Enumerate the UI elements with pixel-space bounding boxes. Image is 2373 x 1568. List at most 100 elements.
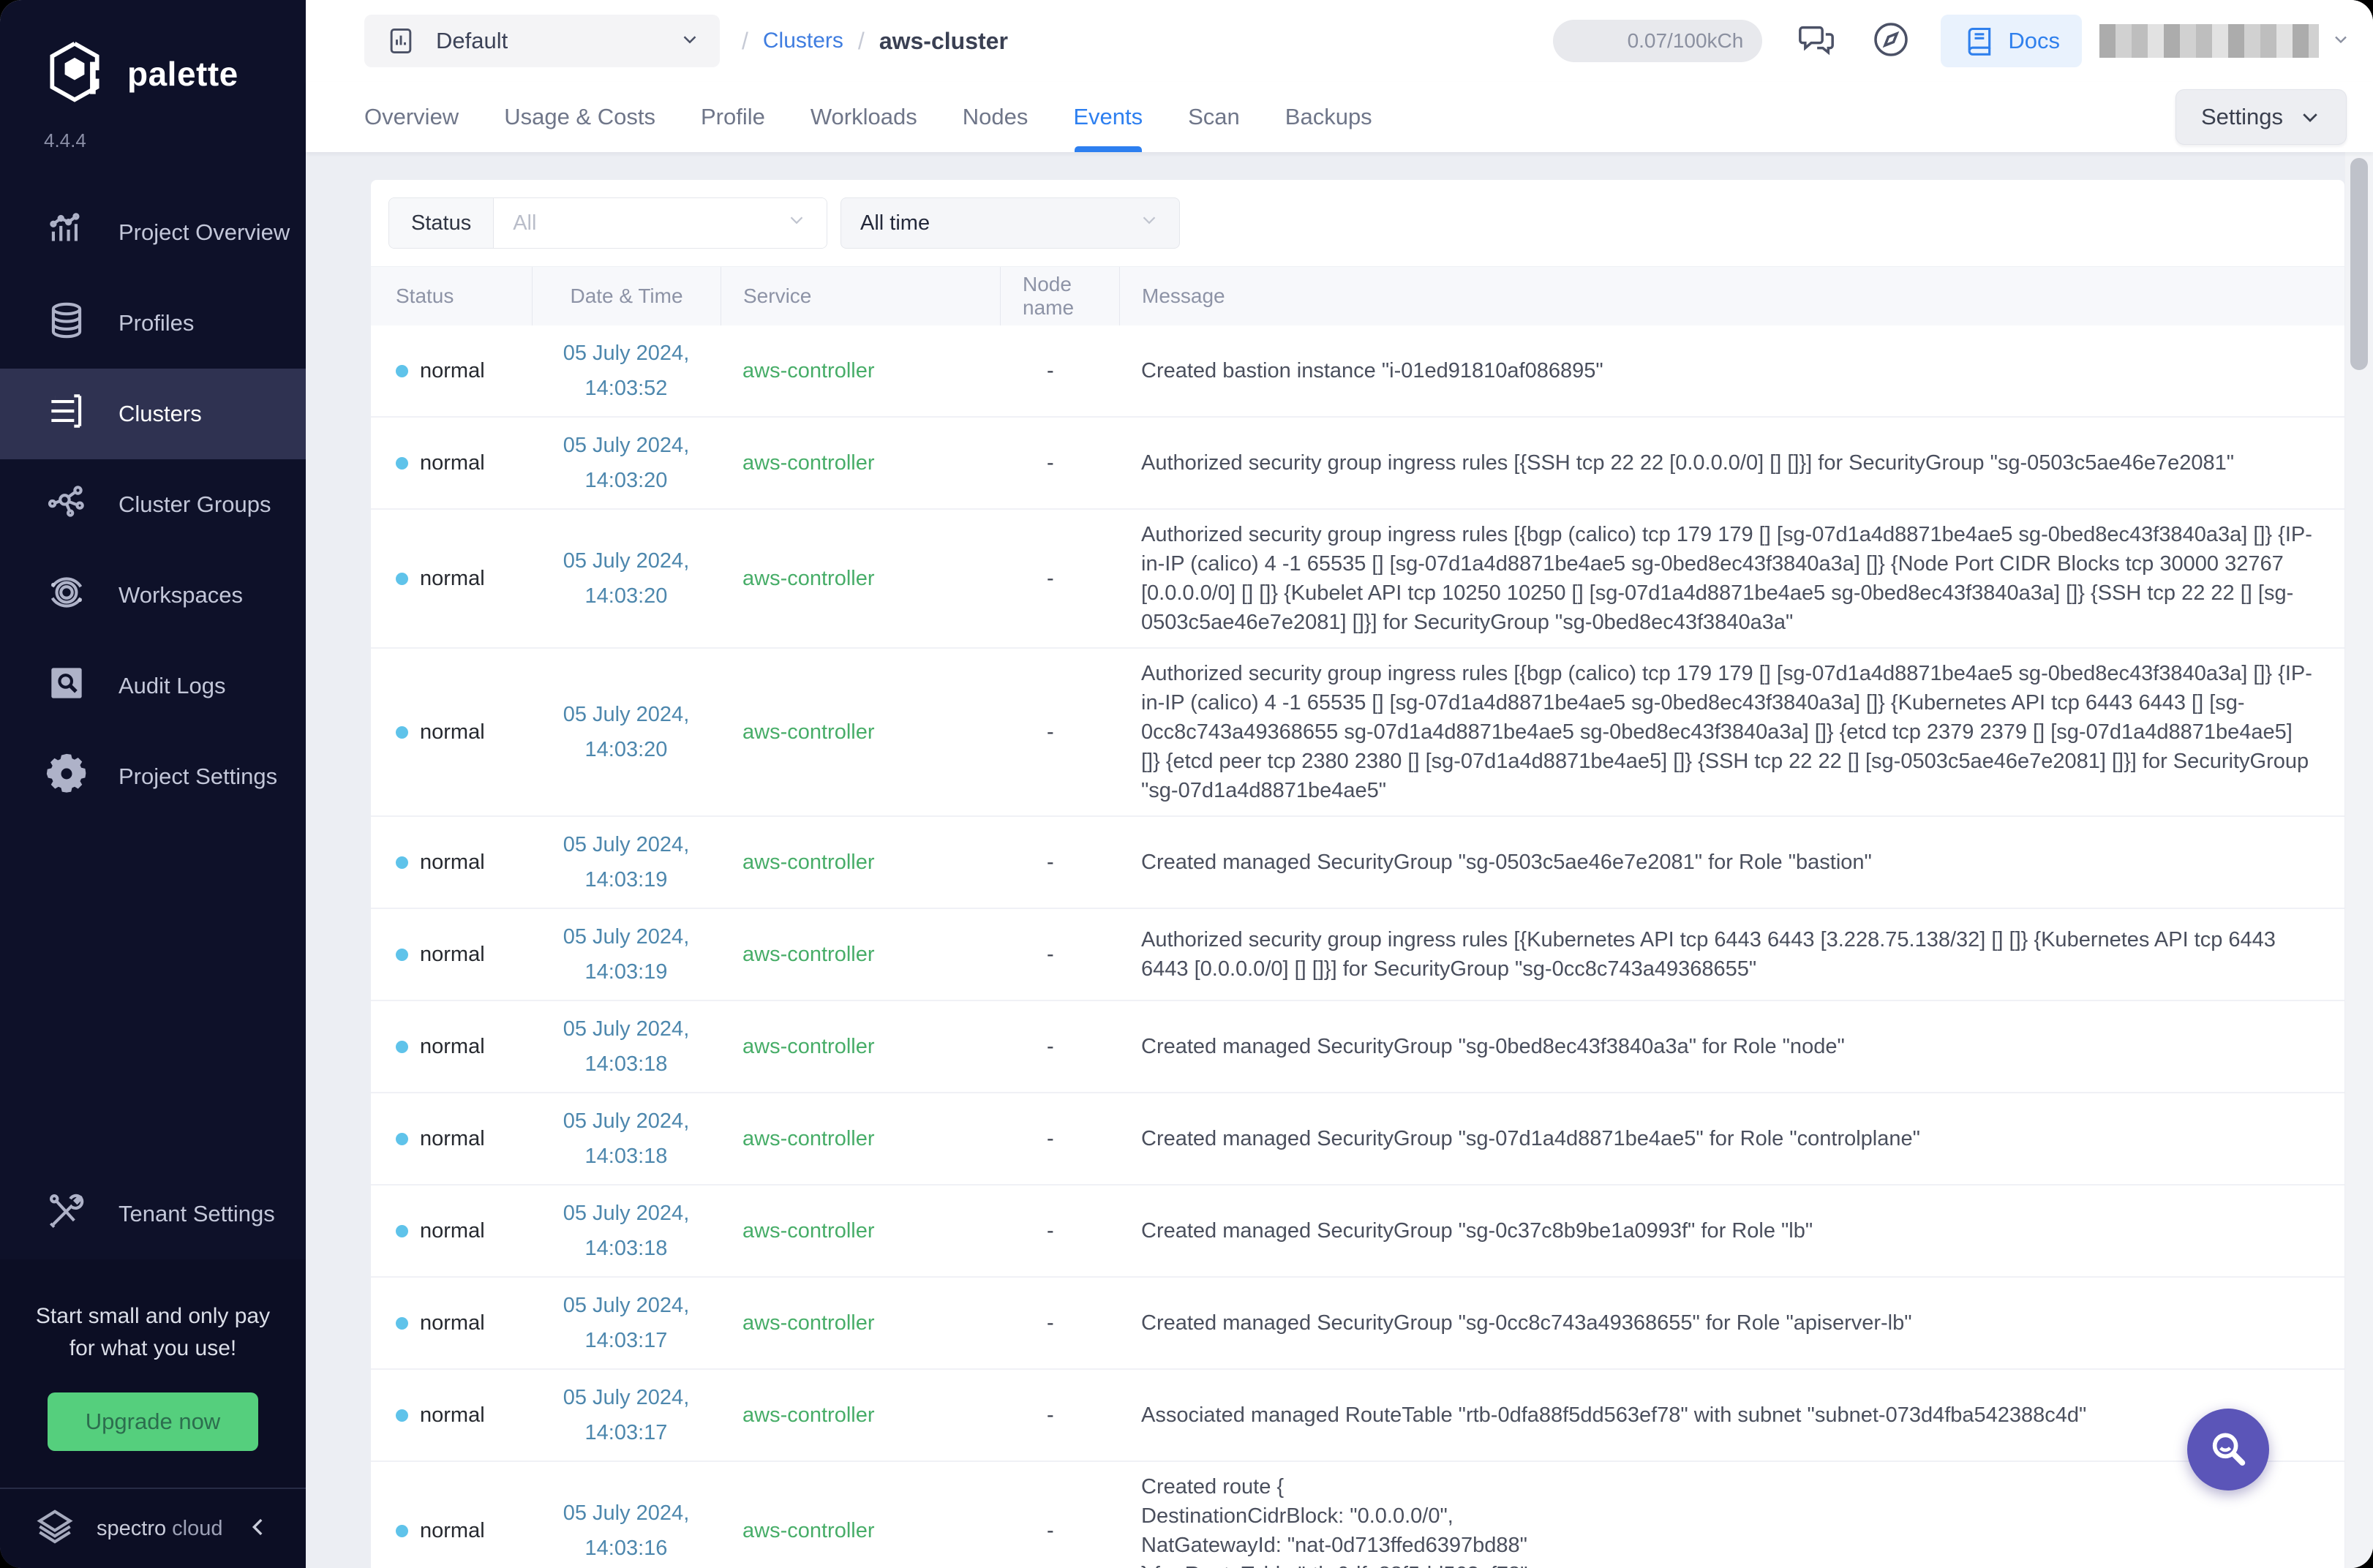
sidebar-item-project-settings[interactable]: Project Settings	[0, 731, 306, 822]
event-time: 14:03:19	[532, 862, 721, 897]
event-date: 05 July 2024,	[532, 1011, 721, 1047]
event-row: normal 05 July 2024, 14:03:19 aws-contro…	[371, 815, 2344, 908]
app-version: 4.4.4	[44, 129, 306, 152]
status-text: normal	[420, 451, 485, 475]
sidebar-item-audit-logs[interactable]: Audit Logs	[0, 641, 306, 731]
tab-usage-costs[interactable]: Usage & Costs	[504, 82, 655, 152]
sidebar-item-clusters[interactable]: Clusters	[0, 369, 306, 459]
event-status-cell: normal	[371, 943, 532, 967]
event-row: normal 05 July 2024, 14:03:18 aws-contro…	[371, 1000, 2344, 1092]
event-status-cell: normal	[371, 1311, 532, 1335]
status-text: normal	[420, 1127, 485, 1151]
brand-name: palette	[127, 54, 238, 94]
promo-text: Start small and only pay for what you us…	[29, 1300, 277, 1365]
event-node-cell: -	[1000, 720, 1119, 745]
event-node-cell: -	[1000, 1035, 1119, 1059]
project-select[interactable]: Default	[364, 15, 720, 67]
status-dot-icon	[396, 1317, 408, 1330]
event-datetime-cell: 05 July 2024, 14:03:18	[532, 1011, 721, 1082]
event-service-cell: aws-controller	[721, 720, 1000, 745]
filterbar: Status All All time	[371, 180, 2344, 267]
feedback-chat-icon[interactable]	[1796, 19, 1837, 64]
status-filter-value: All	[513, 211, 536, 235]
event-row: normal 05 July 2024, 14:03:19 aws-contro…	[371, 908, 2344, 1000]
event-status-cell: normal	[371, 567, 532, 591]
event-row: normal 05 July 2024, 14:03:20 aws-contro…	[371, 508, 2344, 647]
sidebar-item-workspaces[interactable]: Workspaces	[0, 550, 306, 641]
event-time: 14:03:52	[532, 371, 721, 406]
status-filter-select[interactable]: All	[494, 198, 827, 248]
cluster-tabbar: Overview Usage & Costs Profile Workloads…	[306, 82, 2373, 152]
event-datetime-cell: 05 July 2024, 14:03:16	[532, 1496, 721, 1566]
event-date: 05 July 2024,	[532, 1288, 721, 1323]
event-node-cell: -	[1000, 851, 1119, 875]
event-status-cell: normal	[371, 451, 532, 475]
server-icon	[44, 388, 89, 440]
column-header-date-time: Date & Time	[532, 267, 721, 325]
sidebar-item-project-overview[interactable]: Project Overview	[0, 187, 306, 278]
event-service-cell: aws-controller	[721, 1219, 1000, 1243]
events-card: Status All All time	[371, 180, 2344, 1568]
event-date: 05 July 2024,	[532, 697, 721, 732]
audit-log-icon	[44, 660, 89, 712]
event-datetime-cell: 05 July 2024, 14:03:20	[532, 697, 721, 767]
collapse-sidebar-icon[interactable]	[246, 1515, 271, 1543]
sidebar-footer: spectro cloud	[0, 1488, 306, 1568]
help-search-button[interactable]	[2187, 1409, 2269, 1490]
sidebar: palette 4.4.4 Project Overview Profiles	[0, 0, 306, 1568]
tab-workloads[interactable]: Workloads	[811, 82, 917, 152]
compass-icon[interactable]	[1870, 19, 1911, 64]
event-status-cell: normal	[371, 1403, 532, 1428]
settings-button[interactable]: Settings	[2175, 89, 2347, 145]
scrollbar-thumb[interactable]	[2350, 158, 2368, 370]
event-datetime-cell: 05 July 2024, 14:03:17	[532, 1288, 721, 1358]
upgrade-promo: Start small and only pay for what you us…	[0, 1259, 306, 1488]
event-message-cell: Created managed SecurityGroup "sg-0cc8c7…	[1119, 1308, 2344, 1338]
tab-events[interactable]: Events	[1073, 82, 1143, 152]
events-table-header: Status Date & Time Service Node name Mes…	[371, 267, 2344, 325]
upgrade-now-button[interactable]: Upgrade now	[48, 1392, 258, 1451]
event-datetime-cell: 05 July 2024, 14:03:19	[532, 919, 721, 990]
event-node-cell: -	[1000, 1519, 1119, 1543]
sidebar-item-label: Workspaces	[119, 582, 243, 608]
event-row: normal 05 July 2024, 14:03:20 aws-contro…	[371, 416, 2344, 508]
usage-value: 0.07/100kCh	[1628, 29, 1744, 53]
status-dot-icon	[396, 1525, 408, 1537]
status-text: normal	[420, 1311, 485, 1335]
event-node-cell: -	[1000, 1127, 1119, 1151]
vertical-scrollbar[interactable]	[2345, 152, 2373, 1568]
project-scope-icon	[385, 25, 417, 57]
event-time: 14:03:17	[532, 1323, 721, 1358]
status-dot-icon	[396, 1041, 408, 1053]
sidebar-item-cluster-groups[interactable]: Cluster Groups	[0, 459, 306, 550]
tab-profile[interactable]: Profile	[701, 82, 765, 152]
event-date: 05 July 2024,	[532, 1496, 721, 1531]
tab-backups[interactable]: Backups	[1285, 82, 1372, 152]
docs-button[interactable]: Docs	[1941, 15, 2082, 67]
breadcrumb-clusters-link[interactable]: Clusters	[763, 29, 843, 53]
breadcrumb-current: aws-cluster	[879, 28, 1008, 55]
event-time: 14:03:20	[532, 578, 721, 614]
tab-scan[interactable]: Scan	[1188, 82, 1240, 152]
tab-nodes[interactable]: Nodes	[963, 82, 1028, 152]
event-row: normal 05 July 2024, 14:03:16 aws-contro…	[371, 1460, 2344, 1568]
event-status-cell: normal	[371, 1219, 532, 1243]
tools-icon	[44, 1188, 89, 1240]
sidebar-item-label: Audit Logs	[119, 673, 226, 699]
event-time: 14:03:18	[532, 1231, 721, 1266]
sidebar-item-profiles[interactable]: Profiles	[0, 278, 306, 369]
sidebar-item-label: Clusters	[119, 401, 202, 427]
tab-overview[interactable]: Overview	[364, 82, 459, 152]
event-message-cell: Created managed SecurityGroup "sg-07d1a4…	[1119, 1124, 2344, 1153]
user-name-redacted	[2099, 24, 2319, 58]
event-row: normal 05 July 2024, 14:03:18 aws-contro…	[371, 1092, 2344, 1184]
user-menu[interactable]	[2099, 24, 2351, 58]
sidebar-item-tenant-settings[interactable]: Tenant Settings	[0, 1169, 306, 1259]
event-datetime-cell: 05 July 2024, 14:03:18	[532, 1196, 721, 1266]
event-row: normal 05 July 2024, 14:03:52 aws-contro…	[371, 325, 2344, 416]
palette-logo-icon	[41, 38, 108, 109]
chevron-down-icon	[2331, 29, 2351, 53]
gear-icon	[44, 751, 89, 802]
time-range-select[interactable]: All time	[840, 197, 1180, 249]
events-content: Status All All time	[306, 152, 2373, 1568]
